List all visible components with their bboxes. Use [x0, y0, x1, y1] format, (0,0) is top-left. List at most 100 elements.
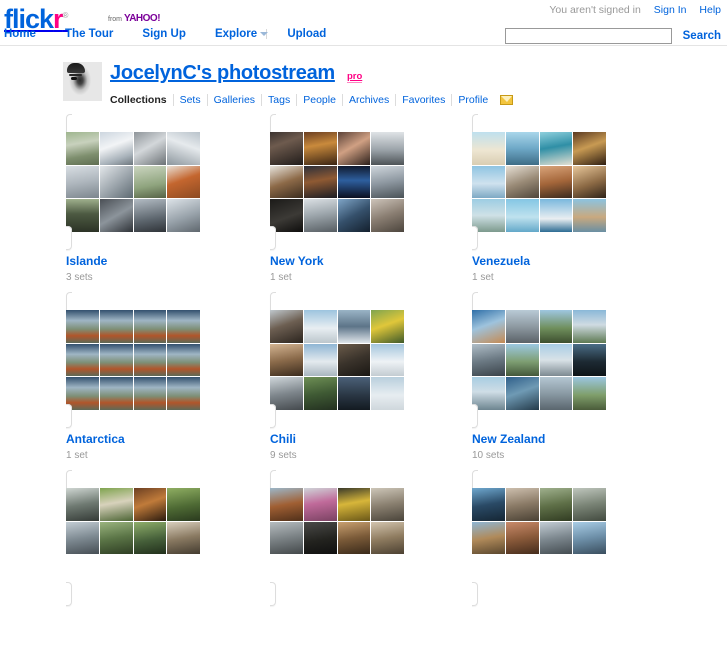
site-header: flickr® from YAHOO! Home The Tour Sign U… [0, 0, 727, 46]
page-title[interactable]: JocelynC's photostream [110, 62, 335, 85]
collection-thumbnail [505, 488, 539, 521]
collection-thumbnail [337, 165, 371, 199]
collection-thumbnail [337, 521, 371, 555]
collection-thumbnail [167, 132, 200, 165]
collection-set-count: 9 sets [270, 450, 297, 461]
collection-thumbnail [472, 488, 505, 521]
collection-card[interactable] [66, 114, 212, 250]
collection-thumbnail [573, 488, 606, 521]
collection-thumbnail [573, 165, 606, 199]
collection-title[interactable]: New Zealand [472, 432, 618, 446]
collection-thumbnail [539, 488, 573, 521]
collection-thumbnail [270, 521, 303, 555]
collection-thumbnail [371, 521, 404, 555]
nav-item-explore[interactable]: Explore [211, 28, 257, 40]
nav-item-sign-up[interactable]: Sign Up [138, 28, 185, 40]
profile-header: JocelynC's photostream pro Collections Se… [0, 52, 727, 114]
collection-thumbnail [505, 199, 539, 232]
collection-title[interactable]: Chili [270, 432, 416, 446]
collection-item: Antarctica 1 set [66, 292, 212, 462]
chevron-down-icon[interactable] [260, 32, 269, 37]
collection-thumbnail [303, 343, 337, 377]
collection-thumbnail [133, 165, 167, 199]
collection-thumbnail [133, 488, 167, 521]
collection-thumbnail-grid [472, 488, 606, 588]
tab-favorites[interactable]: Favorites [396, 94, 453, 106]
collection-thumbnail [539, 199, 573, 232]
collection-thumbnail-grid [472, 132, 606, 232]
collection-item: New York 1 set [270, 114, 416, 284]
collection-set-count: 3 sets [66, 272, 93, 283]
nav-item-the-tour[interactable]: The Tour [61, 28, 113, 40]
help-link[interactable]: Help [699, 4, 721, 16]
collection-thumbnail [337, 132, 371, 165]
pro-badge[interactable]: pro [346, 71, 363, 83]
collection-thumbnail [270, 343, 303, 377]
collection-thumbnail [270, 132, 303, 165]
collection-thumbnail [539, 377, 573, 410]
collection-title[interactable]: New York [270, 254, 416, 268]
collection-thumbnail [505, 377, 539, 410]
collection-title[interactable]: Islande [66, 254, 212, 268]
collection-title[interactable]: Antarctica [66, 432, 212, 446]
collection-thumbnail [505, 521, 539, 555]
collection-thumbnail [573, 377, 606, 410]
collection-set-count: 1 set [270, 272, 292, 283]
collection-card[interactable] [472, 292, 618, 428]
avatar-detail-brow [69, 74, 82, 76]
collection-thumbnail [337, 199, 371, 232]
avatar[interactable] [63, 62, 102, 101]
nav-item-home[interactable]: Home [0, 28, 36, 40]
collection-thumbnail [371, 488, 404, 521]
collection-thumbnail [303, 132, 337, 165]
signed-in-status: You aren't signed in [549, 4, 641, 16]
collection-card[interactable] [270, 114, 416, 250]
tab-archives[interactable]: Archives [343, 94, 397, 106]
collection-thumbnail [66, 343, 99, 377]
collection-thumbnail [337, 310, 371, 343]
collection-thumbnail [66, 488, 99, 521]
collection-card[interactable] [66, 470, 212, 606]
tab-sets[interactable]: Sets [174, 94, 208, 106]
collection-thumbnail [167, 199, 200, 232]
collection-card[interactable] [270, 470, 416, 606]
sign-in-link[interactable]: Sign In [654, 4, 687, 16]
collection-thumbnail [167, 555, 200, 588]
main-navigation: Home The Tour Sign Up Explore Upload [0, 28, 348, 45]
collection-thumbnail [167, 377, 200, 410]
collection-thumbnail [303, 488, 337, 521]
tab-collections[interactable]: Collections [110, 94, 174, 106]
from-label: from [108, 16, 122, 23]
tab-tags[interactable]: Tags [262, 94, 298, 106]
signin-bar: You aren't signed in Sign In Help [549, 4, 721, 16]
collection-thumbnail [99, 199, 133, 232]
collection-thumbnail [66, 310, 99, 343]
collection-card[interactable] [472, 114, 618, 250]
search-area: Search [504, 28, 721, 44]
search-button[interactable]: Search [683, 30, 721, 42]
collection-thumbnail [573, 343, 606, 377]
from-yahoo-label: from YAHOO! [108, 13, 161, 24]
tab-people[interactable]: People [297, 94, 343, 106]
collection-card[interactable] [66, 292, 212, 428]
collection-card[interactable] [472, 470, 618, 606]
collection-thumbnail [99, 521, 133, 555]
envelope-icon[interactable] [500, 95, 514, 106]
collection-thumbnail [133, 310, 167, 343]
collection-thumbnail [539, 521, 573, 555]
nav-item-upload[interactable]: Upload [283, 28, 326, 40]
collection-card[interactable] [270, 292, 416, 428]
collection-thumbnail [337, 377, 371, 410]
collection-thumbnail [472, 310, 505, 343]
collection-thumbnail [472, 377, 505, 410]
collections-row: Antarctica 1 set Chili 9 sets New Zealan… [0, 292, 727, 476]
collection-thumbnail [100, 555, 133, 588]
collection-set-count: 1 set [472, 272, 494, 283]
tab-profile[interactable]: Profile [452, 94, 494, 106]
search-input[interactable] [504, 28, 672, 44]
collection-thumbnail [539, 165, 573, 199]
collection-title[interactable]: Venezuela [472, 254, 618, 268]
collection-item [66, 470, 212, 606]
yahoo-wordmark: YAHOO! [123, 13, 161, 24]
tab-galleries[interactable]: Galleries [208, 94, 263, 106]
